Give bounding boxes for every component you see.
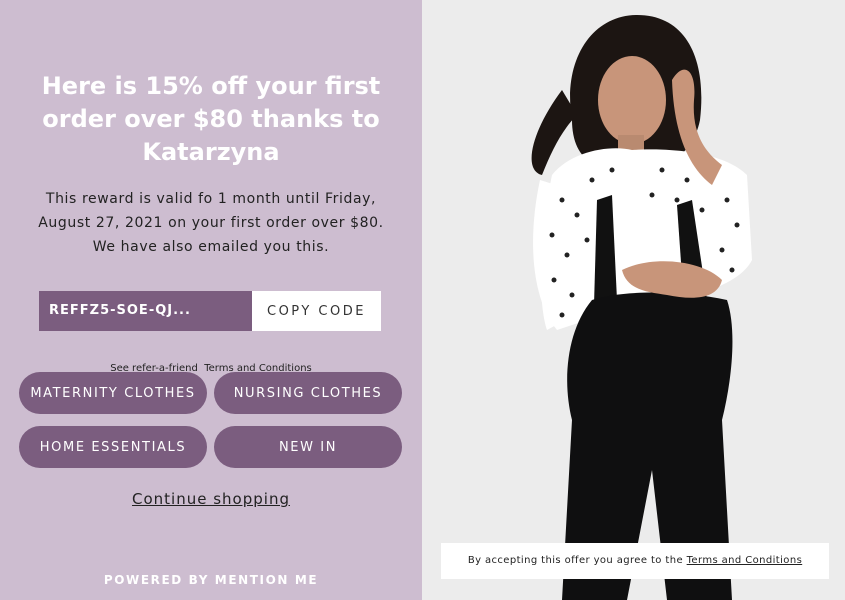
- refer-text: See refer-a-friend: [110, 363, 198, 372]
- refer-terms-link[interactable]: Terms and Conditions: [204, 363, 312, 372]
- offer-description: This reward is valid fo 1 month until Fr…: [38, 191, 384, 255]
- consent-text: By accepting this offer you agree to the: [467, 555, 684, 566]
- model-photo: [422, 0, 845, 600]
- refer-terms: See refer-a-friend Terms and Conditions: [0, 362, 422, 372]
- home-essentials-button[interactable]: HOME ESSENTIALS: [19, 426, 207, 468]
- nursing-clothes-button[interactable]: NURSING CLOTHES: [214, 372, 402, 414]
- powered-by-label: POWERED BY MENTION ME: [103, 573, 319, 587]
- consent-terms-link[interactable]: Terms and Conditions: [687, 555, 803, 566]
- model-image: [422, 0, 845, 600]
- copy-code-button[interactable]: COPY CODE: [252, 291, 381, 331]
- offer-headline: Here is 15% off your first order over $8…: [41, 72, 381, 166]
- maternity-clothes-button[interactable]: MATERNITY CLOTHES: [19, 372, 207, 414]
- new-in-button[interactable]: NEW IN: [214, 426, 402, 468]
- continue-shopping-link[interactable]: Continue shopping: [0, 490, 422, 508]
- offer-panel: Here is 15% off your first order over $8…: [0, 0, 422, 600]
- consent-banner: By accepting this offer you agree to the…: [441, 543, 829, 579]
- discount-code[interactable]: REFFZ5-SOE-QJ...: [39, 291, 252, 331]
- code-row: REFFZ5-SOE-QJ... COPY CODE: [39, 291, 381, 331]
